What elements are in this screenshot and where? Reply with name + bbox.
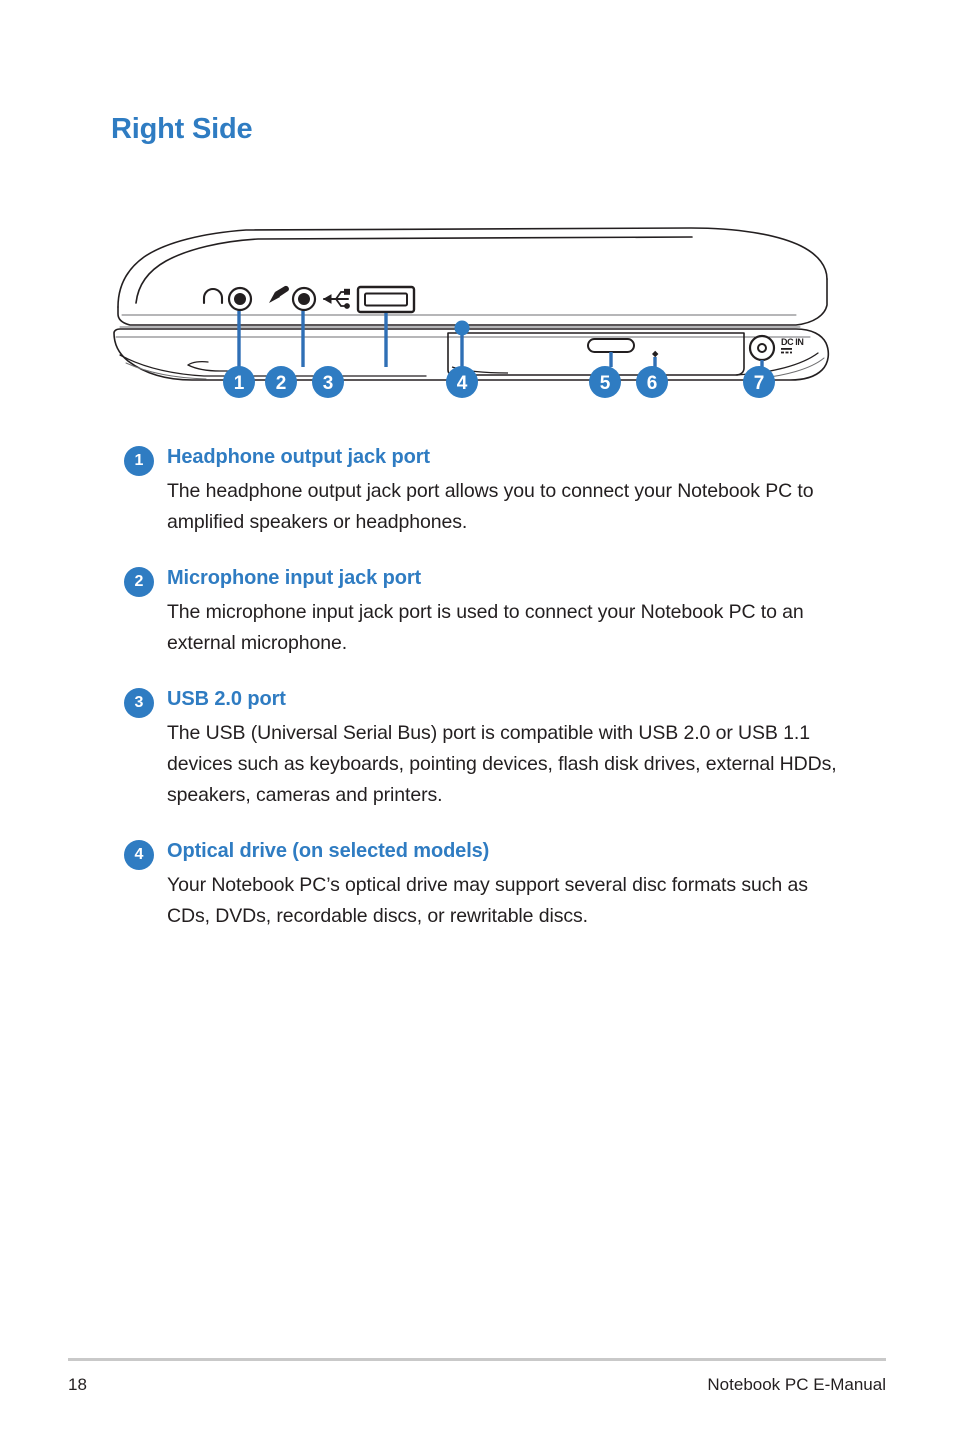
callout-circle-2: 2 <box>265 366 297 398</box>
svg-text:1: 1 <box>234 373 245 394</box>
callout-circle-6: 6 <box>636 366 668 398</box>
callout-circle-7: 7 <box>743 366 775 398</box>
footer-page-number: 18 <box>68 1375 87 1394</box>
feature-number-badge: 3 <box>124 688 154 718</box>
svg-text:2: 2 <box>276 373 287 394</box>
svg-text:DC IN: DC IN <box>781 337 804 347</box>
optical-drive-eject-button <box>587 338 635 353</box>
usb-trident-icon <box>322 288 350 309</box>
feature-item-usb-2-0-port: 3 USB 2.0 port The USB (Universal Serial… <box>0 685 954 811</box>
optical-drive-callout-dot <box>454 320 470 336</box>
usb-2-0-port <box>356 285 416 314</box>
feature-number-badge: 2 <box>124 567 154 597</box>
page-title: Right Side <box>111 113 253 145</box>
callout-circle-4: 4 <box>446 366 478 398</box>
feature-body: The microphone input jack port is used t… <box>167 601 804 654</box>
microphone-icon-group <box>269 285 289 303</box>
microphone-jack-port <box>291 286 317 312</box>
headphone-jack-port <box>227 286 253 312</box>
callout-leader-lines <box>237 311 764 367</box>
footer-manual-name: Notebook PC E-Manual <box>707 1375 886 1394</box>
manual-page: Right Side DC IN 1 2 3 4 5 6 7 1 Headpho… <box>0 0 954 1438</box>
feature-list: 1 Headphone output jack port The headpho… <box>0 443 954 958</box>
feature-title: Optical drive (on selected models) <box>167 840 490 862</box>
feature-title: Headphone output jack port <box>167 446 430 468</box>
callout-circle-3: 3 <box>312 366 344 398</box>
svg-text:7: 7 <box>754 373 765 394</box>
optical-drive-manual-eject-hole <box>652 350 659 358</box>
footer-divider <box>68 1358 886 1361</box>
callout-circles: 1 2 3 4 5 6 7 <box>223 366 775 398</box>
power-dc-input-port <box>748 334 776 362</box>
page-footer: 18 Notebook PC E-Manual <box>68 1372 886 1398</box>
feature-item-microphone-input-jack-port: 2 Microphone input jack port The microph… <box>0 564 954 659</box>
svg-text:5: 5 <box>600 373 611 394</box>
callout-circle-5: 5 <box>589 366 621 398</box>
feature-body: The headphone output jack port allows yo… <box>167 480 814 533</box>
feature-body: The USB (Universal Serial Bus) port is c… <box>167 722 837 806</box>
feature-item-optical-drive: 4 Optical drive (on selected models) You… <box>0 837 954 932</box>
svg-text:4: 4 <box>457 373 468 394</box>
feature-title: Microphone input jack port <box>167 567 422 589</box>
feature-item-headphone-output-jack-port: 1 Headphone output jack port The headpho… <box>0 443 954 538</box>
svg-text:3: 3 <box>323 373 334 394</box>
feature-title: USB 2.0 port <box>167 688 286 710</box>
feature-number-badge: 1 <box>124 446 154 476</box>
feature-body: Your Notebook PC’s optical drive may sup… <box>167 874 808 927</box>
svg-text:6: 6 <box>647 373 658 394</box>
callout-circle-1: 1 <box>223 366 255 398</box>
headphone-jack-icon-group <box>202 287 224 305</box>
feature-number-badge: 4 <box>124 840 154 870</box>
notebook-right-side-illustration: DC IN 1 2 3 4 5 6 7 <box>96 215 856 400</box>
dc-in-label-icon: DC IN <box>781 337 804 354</box>
